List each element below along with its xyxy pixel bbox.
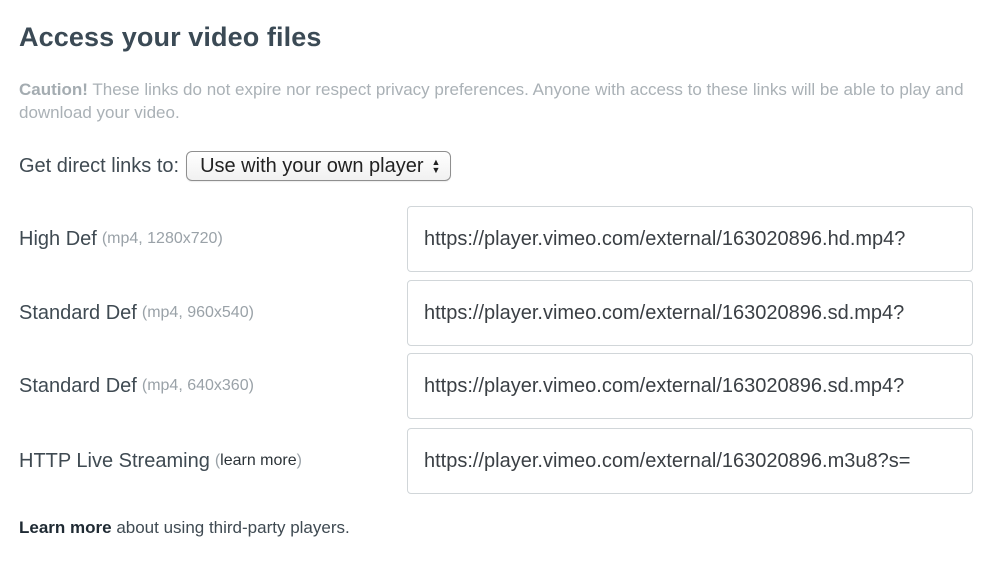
sd-960-url-field[interactable] [407,280,973,346]
link-row-hls: HTTP Live Streaming (learn more) [19,428,974,494]
player-type-select[interactable]: Use with your own player ▲ ▼ [186,151,452,181]
footer-learn-more-link[interactable]: Learn more [19,518,112,537]
row-label: Standard Def (mp4, 640x360) [19,353,254,419]
format-info: (learn more) [215,452,302,470]
page-title: Access your video files [19,22,322,52]
row-label: Standard Def (mp4, 960x540) [19,280,254,346]
row-label: HTTP Live Streaming (learn more) [19,428,302,494]
quality-name: High Def [19,227,97,250]
caution-label: Caution! [19,80,88,99]
direct-links-label: Get direct links to: [19,154,180,177]
direct-links-row: Get direct links to: Use with your own p… [19,150,452,182]
quality-name: Standard Def [19,301,137,324]
format-info: (mp4, 640x360) [141,377,254,394]
format-info: (mp4, 1280x720) [101,230,223,247]
hls-learn-more-link[interactable]: learn more [220,452,296,469]
sd-640-url-field[interactable] [407,353,973,419]
quality-name: HTTP Live Streaming [19,449,210,472]
caution-text: These links do not expire nor respect pr… [19,80,964,122]
link-row-sd-960: Standard Def (mp4, 960x540) [19,280,974,346]
meta-close-paren: ) [296,452,302,469]
footer-note: Learn more about using third-party playe… [19,518,350,538]
quality-name: Standard Def [19,374,137,397]
link-row-high-def: High Def (mp4, 1280x720) [19,206,974,272]
link-row-sd-640: Standard Def (mp4, 640x360) [19,353,974,419]
format-info: (mp4, 960x540) [141,304,254,321]
caution-message: Caution! These links do not expire nor r… [19,78,974,124]
player-type-selected-value: Use with your own player [200,154,424,177]
select-arrows-icon: ▲ ▼ [431,157,441,175]
footer-text: about using third-party players. [111,518,350,537]
hd-url-field[interactable] [407,206,973,272]
row-label: High Def (mp4, 1280x720) [19,206,223,272]
hls-url-field[interactable] [407,428,973,494]
